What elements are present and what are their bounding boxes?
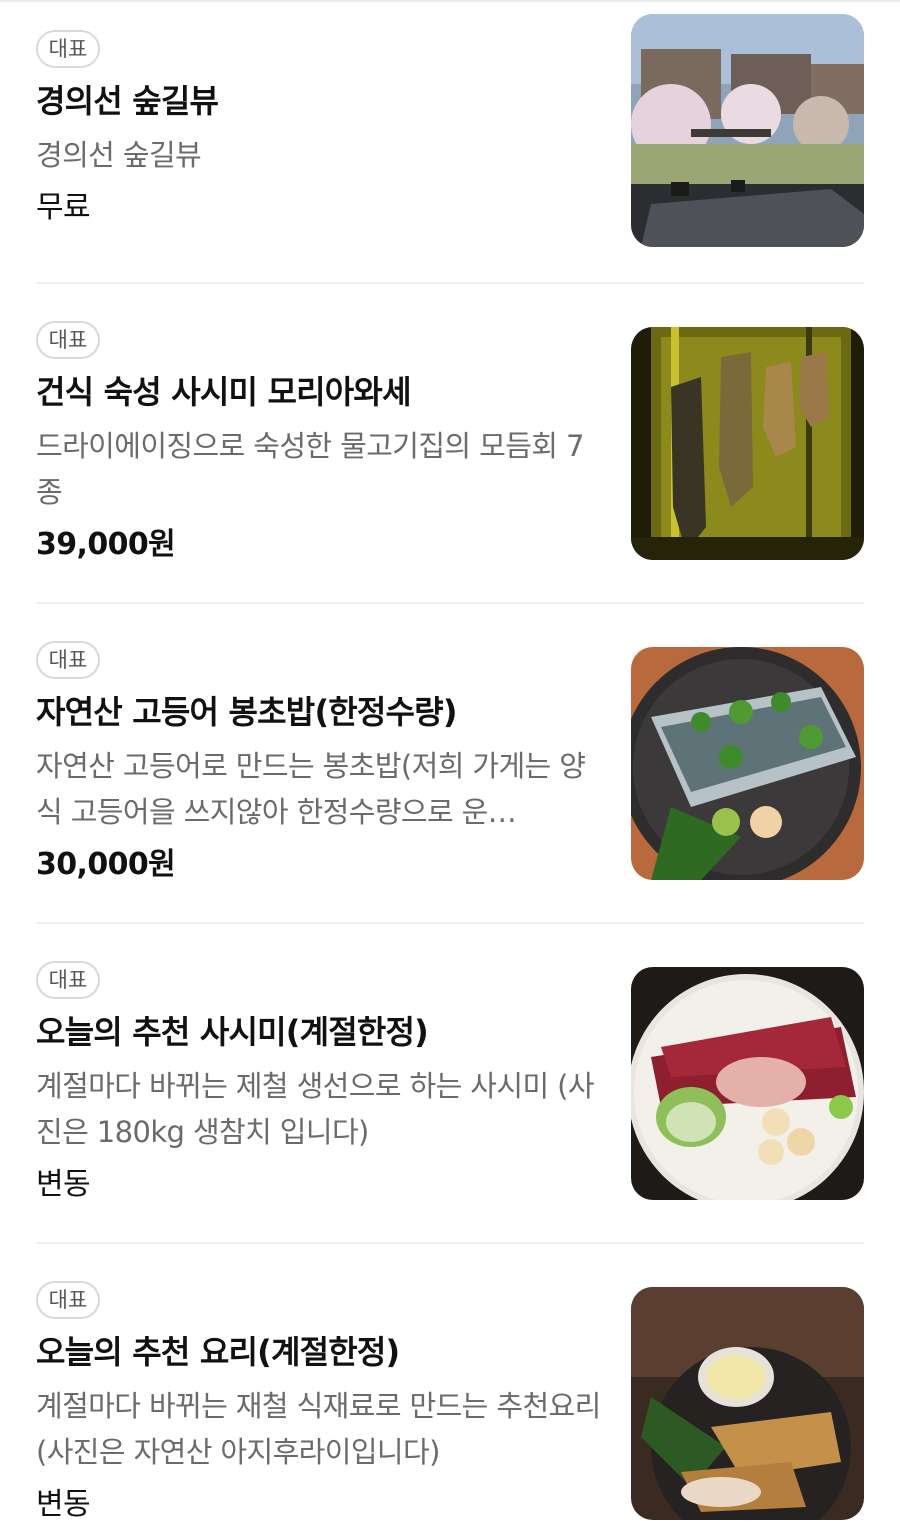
dry-aging-fish-photo-icon (631, 327, 864, 560)
menu-item[interactable]: 대표 자연산 고등어 봉초밥(한정수량) 자연산 고등어로 만드는 봉초밥(저희… (36, 641, 864, 882)
menu-item[interactable]: 대표 오늘의 추천 요리(계절한정) 계절마다 바뀌는 재철 식재료로 만드는 … (36, 1281, 864, 1522)
menu-item-price: 30,000원 (36, 847, 176, 882)
menu-item-name: 오늘의 추천 요리(계절한정) (36, 1333, 400, 1371)
menu-item-price: 39,000원 (36, 527, 176, 562)
signature-badge: 대표 (36, 961, 100, 999)
signature-badge: 대표 (36, 321, 100, 359)
menu-item[interactable]: 대표 경의선 숲길뷰 경의선 숲길뷰 무료 (36, 14, 864, 263)
menu-item-name: 자연산 고등어 봉초밥(한정수량) (36, 693, 457, 731)
item-divider (36, 1242, 864, 1244)
menu-item[interactable]: 대표 오늘의 추천 사시미(계절한정) 계절마다 바뀌는 제철 생선으로 하는 … (36, 961, 864, 1202)
aji-fry-photo-icon (631, 1287, 864, 1520)
menu-item-photo[interactable] (631, 647, 864, 880)
menu-item-name: 건식 숙성 사시미 모리아와세 (36, 373, 412, 411)
menu-item-description: 경의선 숲길뷰 (36, 138, 202, 172)
forest-terrace-photo-icon (631, 14, 864, 247)
menu-item-description: 자연산 고등어로 만드는 봉초밥(저희 가게는 양식 고등어을 쓰지않아 한정수… (36, 749, 586, 829)
menu-item-photo[interactable] (631, 1287, 864, 1520)
menu-item-photo[interactable] (631, 967, 864, 1200)
menu-item-photo[interactable] (631, 14, 864, 247)
menu-item-description: 계절마다 바뀌는 재철 식재료로 만드는 추천요리(사진은 자연산 아지후라이입… (36, 1389, 601, 1469)
menu-item-description: 계절마다 바뀌는 제철 생선으로 하는 사시미 (사진은 180kg 생참치 입… (36, 1069, 595, 1149)
menu-item[interactable]: 대표 건식 숙성 사시미 모리아와세 드라이에이징으로 숙성한 물고기집의 모듬… (36, 321, 864, 562)
menu-item-photo[interactable] (631, 327, 864, 560)
tuna-sashimi-photo-icon (631, 967, 864, 1200)
menu-item-price: 변동 (36, 1167, 91, 1202)
signature-badge: 대표 (36, 1281, 100, 1319)
top-divider (0, 0, 900, 2)
menu-item-name: 경의선 숲길뷰 (36, 82, 219, 120)
signature-badge: 대표 (36, 641, 100, 679)
menu-item-name: 오늘의 추천 사시미(계절한정) (36, 1013, 429, 1051)
menu-item-price: 변동 (36, 1487, 91, 1522)
item-divider (36, 282, 864, 284)
menu-item-price: 무료 (36, 190, 91, 225)
mackerel-sushi-photo-icon (631, 647, 864, 880)
signature-badge: 대표 (36, 30, 100, 68)
menu-item-description: 드라이에이징으로 숙성한 물고기집의 모듬회 7종 (36, 429, 584, 509)
item-divider (36, 922, 864, 924)
item-divider (36, 602, 864, 604)
